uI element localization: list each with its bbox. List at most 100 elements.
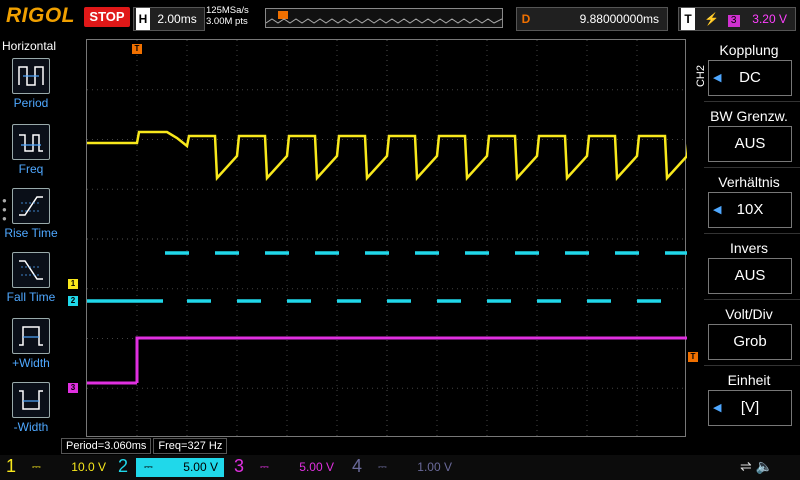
ch2-scale: 5.00 V — [183, 460, 218, 474]
volts-div-value-box[interactable]: Grob — [708, 324, 792, 360]
timebase-label: H — [136, 8, 150, 30]
bandwidth-limit-title: BW Grenzw. — [710, 108, 788, 124]
ch2-number: 2 — [118, 456, 129, 476]
ch1-waveform — [87, 130, 687, 182]
trigger-label: T — [681, 8, 695, 30]
negative-width-icon — [12, 382, 50, 418]
dc-coupling-icon: ⎓ — [260, 461, 269, 473]
unit-value-box[interactable]: ◀ [V] — [708, 390, 792, 426]
bandwidth-limit-value: AUS — [734, 135, 766, 152]
period-measurement: Period=3.060ms — [61, 438, 152, 454]
ch1-offset-marker[interactable]: 1 — [68, 279, 78, 289]
menu-divider — [704, 365, 800, 366]
delay-display[interactable]: D 9.88000000ms — [516, 7, 668, 31]
invert-title: Invers — [729, 240, 769, 256]
trigger-level: 3.20 V — [752, 12, 787, 26]
ch3-number: 3 — [234, 456, 245, 476]
volts-div-value: Grob — [733, 333, 767, 350]
ch4-scale-box: ⎓ 1.00 V — [370, 458, 458, 477]
fall-time-label: Fall Time — [6, 290, 56, 304]
ch3-scale: 5.00 V — [299, 460, 334, 474]
freq-label: Freq — [18, 162, 44, 176]
bandwidth-limit-value-box[interactable]: AUS — [708, 126, 792, 162]
probe-ratio-value: 10X — [736, 201, 764, 218]
waveform-canvas — [87, 40, 687, 438]
coupling-title: Kopplung — [719, 42, 779, 58]
ch3-scale-box: ⎓ 5.00 V — [252, 458, 340, 477]
volts-div-title: Volt/Div — [725, 306, 773, 322]
ch4-status[interactable]: 4 ⎓ 1.00 V — [346, 455, 458, 480]
waveform-display[interactable] — [86, 39, 687, 438]
ch1-status[interactable]: 1 ⎓ 10.0 V — [0, 455, 110, 480]
menu-divider — [704, 167, 800, 168]
ch3-offset-marker[interactable]: 3 — [68, 383, 78, 393]
measure-fall-time-button[interactable]: Fall Time — [0, 252, 62, 304]
ch4-number: 4 — [352, 456, 363, 476]
menu-divider — [704, 233, 800, 234]
measure-freq-button[interactable]: Freq — [0, 124, 62, 176]
probe-ratio-value-box[interactable]: ◀ 10X — [708, 192, 792, 228]
positive-width-label: +Width — [12, 356, 50, 370]
rise-time-label: Rise Time — [4, 226, 58, 240]
memory-depth: 3.00M pts — [206, 16, 248, 27]
measure-period-button[interactable]: Period — [0, 58, 62, 110]
unit-title: Einheit — [727, 372, 771, 388]
trigger-level-marker[interactable]: T — [688, 352, 698, 362]
freq-icon — [12, 124, 50, 160]
rise-time-icon — [12, 188, 50, 224]
period-label: Period — [13, 96, 49, 110]
speaker-icon: 🔈 — [755, 458, 774, 474]
trigger-display[interactable]: T ⚡ 3 3.20 V — [678, 7, 796, 31]
coupling-menu-item[interactable]: Kopplung ◀ DC — [704, 40, 794, 96]
probe-ratio-title: Verhältnis — [718, 174, 780, 190]
channel-menu: Kopplung ◀ DC BW Grenzw. AUS Verhältnis ◀… — [704, 36, 800, 440]
volts-div-menu-item[interactable]: Volt/Div Grob — [704, 304, 794, 360]
dc-coupling-icon: ⎓ — [144, 461, 153, 473]
ch1-scale: 10.0 V — [71, 460, 106, 474]
coupling-value: DC — [739, 69, 761, 86]
measure-menu-title: Horizontal — [2, 39, 57, 53]
ch3-status[interactable]: 3 ⎓ 5.00 V — [228, 455, 340, 480]
measure-negative-width-button[interactable]: -Width — [0, 382, 62, 434]
rising-edge-icon: ⚡ — [704, 12, 720, 26]
ch1-scale-box: ⎓ 10.0 V — [24, 458, 112, 477]
usb-icon: ⇌ — [740, 458, 752, 474]
measure-positive-width-button[interactable]: +Width — [0, 318, 62, 370]
dc-coupling-icon: ⎓ — [32, 461, 41, 473]
negative-width-label: -Width — [13, 420, 49, 434]
memory-overview-strip[interactable] — [265, 8, 503, 28]
top-bar: RIGOL STOP H 2.00ms 125MSa/s 3.00M pts D… — [0, 0, 800, 36]
ch2-offset-marker[interactable]: 2 — [68, 296, 78, 306]
menu-divider — [704, 101, 800, 102]
select-arrow-icon: ◀ — [713, 204, 722, 216]
measure-rise-time-button[interactable]: Rise Time — [0, 188, 62, 240]
ch2-scale-box: ⎓ 5.00 V — [136, 458, 224, 477]
timebase-value: 2.00ms — [157, 12, 197, 26]
select-arrow-icon: ◀ — [713, 72, 722, 84]
ch4-scale: 1.00 V — [417, 460, 452, 474]
delay-label: D — [521, 12, 531, 26]
select-arrow-icon: ◀ — [713, 402, 722, 414]
invert-value-box[interactable]: AUS — [708, 258, 792, 294]
memory-trigger-marker — [278, 11, 288, 19]
acquisition-info: 125MSa/s 3.00M pts — [206, 5, 249, 27]
usb-and-sound-icons: ⇌ 🔈 — [740, 458, 773, 475]
ch1-number: 1 — [6, 456, 17, 476]
invert-menu-item[interactable]: Invers AUS — [704, 238, 794, 294]
unit-value: [V] — [740, 399, 760, 416]
unit-menu-item[interactable]: Einheit ◀ [V] — [704, 370, 794, 426]
memory-waveform-preview — [266, 11, 502, 24]
bandwidth-limit-menu-item[interactable]: BW Grenzw. AUS — [704, 106, 794, 162]
probe-ratio-menu-item[interactable]: Verhältnis ◀ 10X — [704, 172, 794, 228]
delay-value: 9.88000000ms — [579, 12, 659, 26]
brand-logo: RIGOL — [6, 4, 75, 27]
fall-time-icon — [12, 252, 50, 288]
ch2-status[interactable]: 2 ⎓ 5.00 V — [112, 455, 224, 480]
trigger-position-marker[interactable]: T — [132, 44, 142, 54]
channel-bar: 1 ⎓ 10.0 V 2 ⎓ 5.00 V 3 ⎓ 5.00 V 4 ⎓ 1.00 V — [0, 455, 800, 480]
invert-value: AUS — [734, 267, 766, 284]
run-stop-button[interactable]: STOP — [84, 7, 130, 27]
coupling-value-box[interactable]: ◀ DC — [708, 60, 792, 96]
timebase-display[interactable]: H 2.00ms — [133, 7, 205, 31]
menu-divider — [704, 299, 800, 300]
